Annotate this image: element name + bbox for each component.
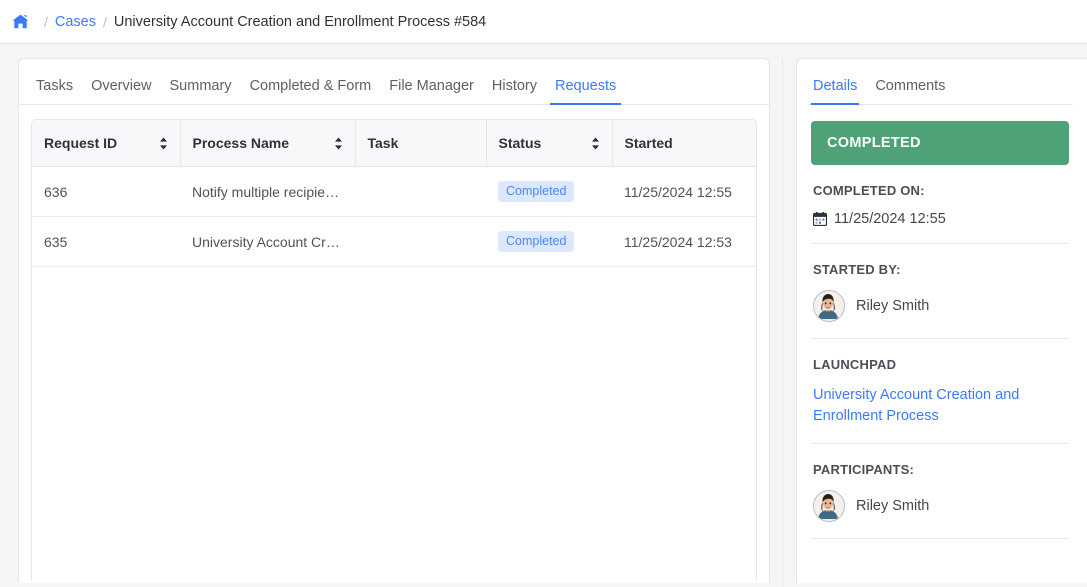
tab-history[interactable]: History bbox=[483, 77, 546, 105]
right-column: Details Comments COMPLETED COMPLETED ON: bbox=[796, 58, 1087, 583]
breadcrumb: / Cases / University Account Creation an… bbox=[0, 0, 1087, 44]
sort-icon[interactable] bbox=[159, 137, 168, 150]
column-header-started[interactable]: Started bbox=[612, 120, 756, 167]
participants-label: PARTICIPANTS: bbox=[813, 462, 915, 477]
requests-table-container: Request ID Process Name Task Status Star… bbox=[31, 119, 757, 581]
column-header-status[interactable]: Status bbox=[486, 120, 613, 167]
started-by-section: STARTED BY: Riley Smith bbox=[811, 244, 1069, 339]
table-header-row: Request ID Process Name Task Status Star… bbox=[32, 120, 756, 167]
avatar bbox=[813, 290, 845, 322]
tab-overview[interactable]: Overview bbox=[82, 77, 160, 105]
cell-status: Completed bbox=[486, 216, 612, 267]
participant-name: Riley Smith bbox=[856, 498, 930, 514]
column-header-process-name[interactable]: Process Name bbox=[180, 120, 356, 167]
cell-started: 11/25/2024 12:53 bbox=[612, 216, 756, 267]
tab-file-manager[interactable]: File Manager bbox=[380, 77, 483, 105]
table-row[interactable]: 636 Notify multiple recipients Completed… bbox=[32, 166, 756, 217]
column-label: Task bbox=[367, 135, 399, 151]
started-by-person: Riley Smith bbox=[813, 290, 1067, 322]
tab-summary[interactable]: Summary bbox=[161, 77, 241, 105]
cell-task bbox=[355, 166, 486, 217]
panel-divider-line bbox=[782, 58, 783, 587]
column-label: Request ID bbox=[44, 135, 118, 151]
started-by-label: STARTED BY: bbox=[813, 262, 901, 277]
cell-task bbox=[355, 216, 486, 267]
participants-section: PARTICIPANTS: Riley Smith bbox=[811, 444, 1069, 539]
tab-label: Comments bbox=[875, 77, 946, 94]
sort-icon[interactable] bbox=[755, 137, 756, 150]
completed-on-label: COMPLETED ON: bbox=[813, 183, 925, 198]
launchpad-section: LAUNCHPAD University Account Creation an… bbox=[811, 339, 1069, 444]
started-by-name: Riley Smith bbox=[856, 298, 930, 314]
column-label: Process Name bbox=[192, 135, 290, 151]
tab-label: Summary bbox=[169, 77, 232, 94]
tab-label: Requests bbox=[555, 77, 617, 94]
cell-process-name: Notify multiple recipients bbox=[180, 166, 355, 217]
breadcrumb-link-cases[interactable]: Cases bbox=[55, 14, 96, 30]
tab-completed-and-form[interactable]: Completed & Form bbox=[241, 77, 381, 105]
completed-on-section: COMPLETED ON: 11/25/2024 12:55 bbox=[811, 165, 1069, 244]
sort-icon[interactable] bbox=[591, 137, 600, 150]
panel-resize-handle[interactable] bbox=[770, 58, 796, 587]
tab-label: Overview bbox=[91, 77, 152, 94]
status-badge: Completed bbox=[498, 181, 575, 202]
tab-label: File Manager bbox=[389, 77, 474, 94]
page-body: Tasks Overview Summary Completed & Form … bbox=[0, 44, 1087, 587]
tab-details[interactable]: Details bbox=[807, 77, 869, 105]
main-tab-bar: Tasks Overview Summary Completed & Form … bbox=[19, 59, 769, 105]
table-row[interactable]: 635 University Account Creat... Complete… bbox=[32, 216, 756, 267]
left-column: Tasks Overview Summary Completed & Form … bbox=[0, 58, 770, 583]
tab-comments[interactable]: Comments bbox=[869, 77, 957, 105]
breadcrumb-separator-1: / bbox=[44, 13, 48, 30]
completed-on-value: 11/25/2024 12:55 bbox=[834, 211, 946, 227]
calendar-icon bbox=[813, 212, 827, 226]
tab-requests[interactable]: Requests bbox=[546, 77, 625, 105]
requests-card: Tasks Overview Summary Completed & Form … bbox=[18, 58, 770, 583]
column-header-task[interactable]: Task bbox=[355, 120, 487, 167]
home-icon[interactable] bbox=[12, 14, 29, 29]
column-label: Status bbox=[498, 135, 542, 151]
tab-tasks[interactable]: Tasks bbox=[27, 77, 82, 105]
launchpad-link[interactable]: University Account Creation and Enrollme… bbox=[813, 385, 1028, 427]
cell-status: Completed bbox=[486, 166, 612, 217]
avatar bbox=[813, 490, 845, 522]
status-banner: COMPLETED bbox=[811, 121, 1069, 165]
tab-label: Tasks bbox=[36, 77, 74, 94]
sort-icon[interactable] bbox=[334, 137, 343, 150]
cell-started: 11/25/2024 12:55 bbox=[612, 166, 756, 217]
completed-on-value-row: 11/25/2024 12:55 bbox=[813, 211, 1067, 227]
details-card: Details Comments COMPLETED COMPLETED ON: bbox=[796, 58, 1087, 583]
side-panel-tab-bar: Details Comments bbox=[807, 59, 1073, 105]
requests-table: Request ID Process Name Task Status Star… bbox=[32, 120, 756, 267]
cell-request-id: 636 bbox=[32, 166, 180, 217]
column-header-request-id[interactable]: Request ID bbox=[32, 120, 181, 167]
launchpad-label: LAUNCHPAD bbox=[813, 357, 897, 372]
cell-request-id: 635 bbox=[32, 216, 180, 267]
cell-process-name: University Account Creat... bbox=[180, 216, 355, 267]
tab-label: Completed & Form bbox=[249, 77, 372, 94]
status-badge: Completed bbox=[498, 231, 575, 252]
column-label: Started bbox=[624, 135, 673, 151]
breadcrumb-separator-2: / bbox=[103, 13, 107, 30]
participant-person: Riley Smith bbox=[813, 490, 1067, 522]
tab-label: Details bbox=[813, 77, 858, 94]
tab-label: History bbox=[491, 77, 537, 94]
breadcrumb-current-page: University Account Creation and Enrollme… bbox=[113, 13, 487, 30]
